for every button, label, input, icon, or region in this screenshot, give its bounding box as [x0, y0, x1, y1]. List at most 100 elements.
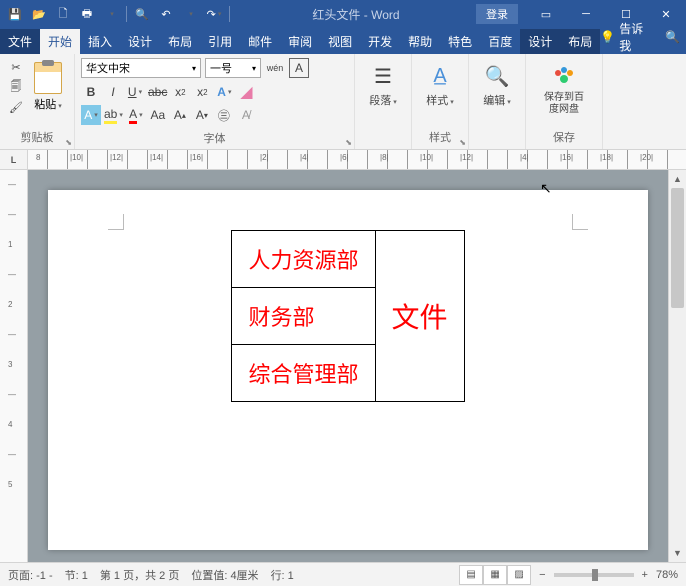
copy-icon[interactable]: 🗐 [6, 78, 26, 96]
clipboard-expand-icon[interactable]: ⬊ [65, 138, 72, 147]
page[interactable]: 人力资源部 文件 财务部 综合管理部 [48, 190, 648, 550]
qat-more-icon[interactable] [100, 3, 122, 25]
undo-icon[interactable]: ↶ [155, 3, 177, 25]
bold-button[interactable]: B [81, 82, 101, 102]
tab-insert[interactable]: 插入 [80, 29, 120, 54]
underline-button[interactable]: U [125, 82, 145, 102]
zoom-out-icon[interactable]: − [539, 569, 545, 581]
scroll-thumb[interactable] [671, 188, 684, 308]
table-cell[interactable]: 人力资源部 [232, 231, 375, 288]
status-pages[interactable]: 第 1 页，共 2 页 [100, 567, 179, 583]
ribbon-options-icon[interactable]: ▭ [526, 0, 566, 28]
tab-home[interactable]: 开始 [40, 29, 80, 54]
tab-design[interactable]: 设计 [120, 29, 160, 54]
paragraph-button[interactable]: ☰ 段落 [361, 58, 405, 112]
phonetic-icon[interactable]: wén [265, 58, 285, 78]
enclose-char-button[interactable]: ㊂ [214, 105, 234, 125]
status-section[interactable]: 节: 1 [65, 567, 88, 583]
tab-table-layout[interactable]: 布局 [560, 29, 600, 54]
styles-icon: A̲ [426, 62, 454, 90]
document-table[interactable]: 人力资源部 文件 财务部 综合管理部 [231, 230, 464, 402]
zoom-level[interactable]: 78% [656, 569, 678, 581]
print-icon[interactable]: 🖶 [76, 3, 98, 25]
margin-corner-tl [108, 214, 124, 230]
text-effects-button[interactable]: A [214, 82, 234, 102]
font-expand-icon[interactable]: ⬊ [345, 138, 352, 147]
tab-baidu[interactable]: 百度 [480, 29, 520, 54]
grow-font-button[interactable]: A▴ [170, 105, 190, 125]
table-row[interactable]: 人力资源部 文件 [232, 231, 464, 288]
highlight-button[interactable]: ab [103, 105, 124, 125]
clear-format-button[interactable]: A̸ [236, 105, 256, 125]
horizontal-ruler[interactable]: L 8 |10| |12| |14| |16| |2| |4| |6| |8| … [0, 150, 686, 170]
tab-developer[interactable]: 开发 [360, 29, 400, 54]
zoom-in-icon[interactable]: + [642, 569, 648, 581]
save-baidu-button[interactable]: 保存到百度网盘 [532, 58, 596, 120]
char-border-icon[interactable]: A [289, 58, 309, 78]
format-painter-icon[interactable]: 🖌 [6, 98, 26, 116]
eraser-icon[interactable]: ◢ [236, 82, 256, 102]
tab-view[interactable]: 视图 [320, 29, 360, 54]
shrink-font-button[interactable]: A▾ [192, 105, 212, 125]
cut-icon[interactable]: ✂ [6, 58, 26, 76]
font-name-select[interactable]: 华文中宋▾ [81, 58, 201, 78]
subscript-button[interactable]: x2 [170, 82, 190, 102]
ruler-track[interactable]: 8 |10| |12| |14| |16| |2| |4| |6| |8| |1… [28, 150, 686, 170]
status-line[interactable]: 行: 1 [271, 567, 294, 583]
strike-button[interactable]: abc [147, 82, 168, 102]
zoom-slider[interactable] [554, 573, 634, 577]
font-color-button[interactable]: A [126, 105, 146, 125]
ruler-corner[interactable]: L [0, 150, 28, 170]
vertical-ruler[interactable]: — — 1 — 2 — 3 — 4 — 5 [0, 170, 28, 562]
change-case-button[interactable]: Aa [148, 105, 168, 125]
styles-expand-icon[interactable]: ⬊ [459, 138, 466, 147]
login-button[interactable]: 登录 [476, 4, 518, 24]
font-group: 华文中宋▾ 一号▾ wén A B I U abc x2 x2 A ◢ A ab… [75, 54, 355, 149]
document-area: — — 1 — 2 — 3 — 4 — 5 人力资源部 文件 财务部 综合管理部 [0, 170, 686, 562]
app-name: Word [371, 8, 399, 22]
vertical-scrollbar[interactable]: ▲ ▼ [668, 170, 686, 562]
font-group-label: 字体 [81, 128, 348, 146]
lightbulb-icon[interactable]: 💡 [600, 30, 615, 44]
save-icon[interactable]: 💾 [4, 3, 26, 25]
tab-table-design[interactable]: 设计 [520, 29, 560, 54]
char-shading-button[interactable]: A [81, 105, 101, 125]
new-icon[interactable]: 🗋 [52, 3, 74, 25]
redo-icon[interactable]: ↷ [203, 3, 225, 25]
open-icon[interactable]: 📂 [28, 3, 50, 25]
font-size-select[interactable]: 一号▾ [205, 58, 261, 78]
tab-layout[interactable]: 布局 [160, 29, 200, 54]
preview-icon[interactable]: 🔍 [131, 3, 153, 25]
status-position[interactable]: 位置值: 4厘米 [191, 567, 258, 583]
qat-separator [229, 6, 230, 22]
view-print-icon[interactable]: ▦ [483, 565, 507, 585]
tell-me-text[interactable]: 告诉我 [619, 20, 649, 54]
scroll-track[interactable] [669, 188, 686, 544]
view-web-icon[interactable]: ▨ [507, 565, 531, 585]
tab-file[interactable]: 文件 [0, 29, 40, 54]
tab-help[interactable]: 帮助 [400, 29, 440, 54]
tab-review[interactable]: 审阅 [280, 29, 320, 54]
italic-button[interactable]: I [103, 82, 123, 102]
share-icon[interactable]: 🔍 [665, 30, 680, 44]
styles-button[interactable]: A̲ 样式 [418, 58, 462, 112]
scroll-up-icon[interactable]: ▲ [669, 170, 686, 188]
tab-special[interactable]: 特色 [440, 29, 480, 54]
view-read-icon[interactable]: ▤ [459, 565, 483, 585]
status-page-pos[interactable]: 页面: -1 - [8, 567, 53, 583]
editing-button[interactable]: 🔍 编辑 [475, 58, 519, 112]
paragraph-icon: ☰ [369, 62, 397, 90]
ribbon-tabs: 文件 开始 插入 设计 布局 引用 邮件 审阅 视图 开发 帮助 特色 百度 设… [0, 28, 686, 54]
table-cell-merged[interactable]: 文件 [375, 231, 464, 402]
paste-button[interactable]: 粘贴 [28, 58, 68, 116]
tab-references[interactable]: 引用 [200, 29, 240, 54]
tab-mailings[interactable]: 邮件 [240, 29, 280, 54]
superscript-button[interactable]: x2 [192, 82, 212, 102]
styles-group: A̲ 样式 样式 ⬊ [412, 54, 469, 149]
document-scroll[interactable]: 人力资源部 文件 财务部 综合管理部 [28, 170, 668, 562]
scroll-down-icon[interactable]: ▼ [669, 544, 686, 562]
table-cell[interactable]: 财务部 [232, 288, 375, 345]
undo-more-icon[interactable] [179, 3, 201, 25]
view-buttons: ▤ ▦ ▨ [459, 565, 531, 585]
table-cell[interactable]: 综合管理部 [232, 345, 375, 402]
